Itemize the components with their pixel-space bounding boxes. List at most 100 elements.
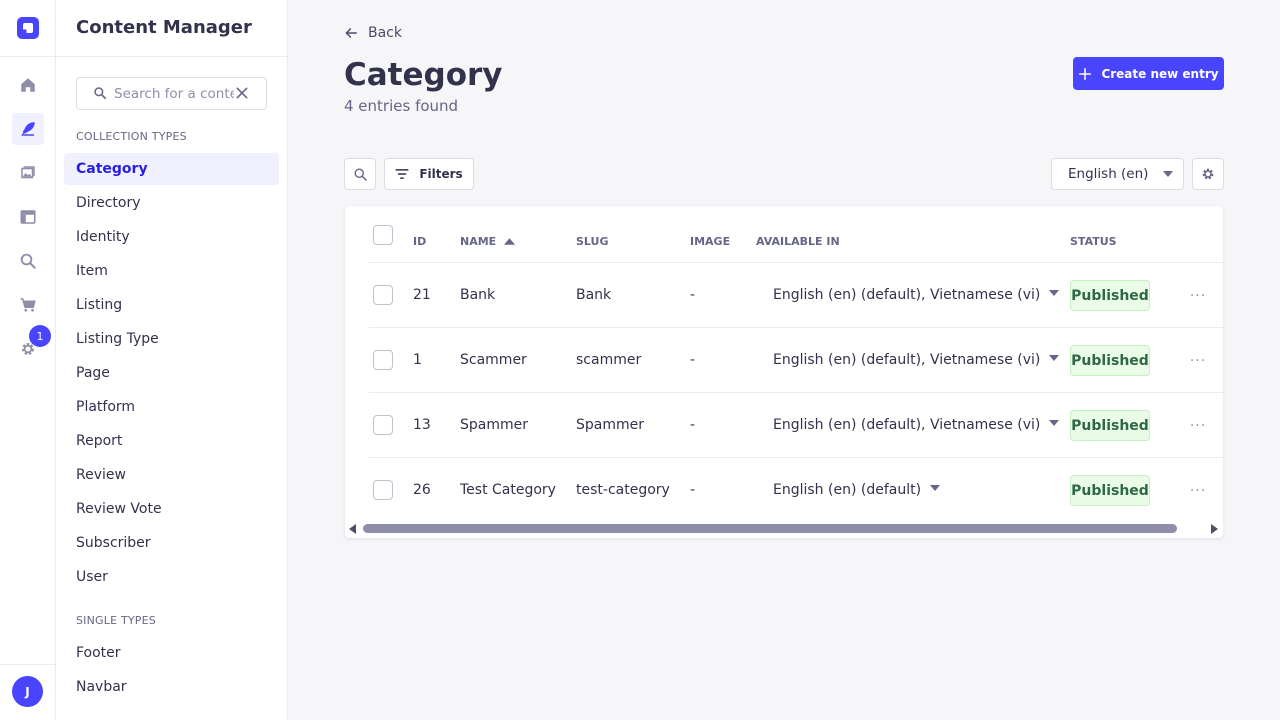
select-all-checkbox[interactable] — [373, 225, 393, 245]
chevron-down-icon — [1049, 420, 1060, 426]
row-divider — [369, 457, 1223, 458]
scroll-right-icon[interactable] — [1211, 524, 1218, 534]
content-manager-subnav: Content Manager COLLECTION TYPES Categor… — [56, 0, 288, 720]
filter-icon — [395, 169, 409, 179]
cell-slug: test-category — [576, 482, 670, 498]
content-type-search — [76, 77, 267, 110]
back-link[interactable]: Back — [344, 25, 402, 41]
row-checkbox[interactable] — [373, 415, 393, 435]
locale-select[interactable]: English (en) — [1051, 158, 1184, 190]
layout-icon[interactable] — [12, 201, 44, 233]
subnav-item-item[interactable]: Item — [64, 255, 279, 287]
row-checkbox[interactable] — [373, 350, 393, 370]
subnav-item-navbar[interactable]: Navbar — [64, 671, 279, 703]
main-nav-rail: 1 J — [0, 0, 56, 720]
filters-button[interactable]: Filters — [384, 158, 474, 190]
media-library-icon[interactable] — [12, 157, 44, 189]
subnav-item-review-vote[interactable]: Review Vote — [64, 493, 279, 525]
subnav-item-listing[interactable]: Listing — [64, 289, 279, 321]
subnav-item-subscriber[interactable]: Subscriber — [64, 527, 279, 559]
status-badge: Published — [1070, 475, 1150, 506]
subnav-item-directory[interactable]: Directory — [64, 187, 279, 219]
column-header-name[interactable]: NAME — [460, 235, 516, 248]
close-icon[interactable] — [234, 85, 250, 101]
cell-id: 13 — [413, 417, 431, 433]
more-actions-icon[interactable]: ··· — [1188, 416, 1208, 436]
column-header-name-label: NAME — [460, 235, 497, 248]
row-checkbox[interactable] — [373, 480, 393, 500]
subnav-item-review[interactable]: Review — [64, 459, 279, 491]
subnav-item-page[interactable]: Page — [64, 357, 279, 389]
cell-available-in[interactable]: English (en) (default), Vietnamese (vi) — [773, 417, 1060, 433]
search-icon — [94, 87, 107, 100]
home-icon[interactable] — [12, 69, 44, 101]
sort-ascending-icon — [504, 238, 516, 245]
cell-image: - — [690, 287, 696, 303]
cell-name: Scammer — [460, 352, 527, 368]
cell-available-in[interactable]: English (en) (default) — [773, 482, 941, 498]
column-header-available-in: AVAILABLE IN — [756, 235, 840, 248]
chevron-down-icon — [930, 485, 941, 491]
content-type-search-input[interactable] — [114, 84, 234, 104]
scroll-left-icon[interactable] — [349, 524, 356, 534]
cell-id: 1 — [413, 352, 422, 368]
subnav-item-user[interactable]: User — [64, 561, 279, 593]
user-avatar[interactable]: J — [12, 676, 43, 707]
column-header-id[interactable]: ID — [413, 235, 426, 248]
cell-name: Test Category — [460, 482, 556, 498]
plus-icon — [1079, 67, 1092, 80]
subnav-item-listing-type[interactable]: Listing Type — [64, 323, 279, 355]
page-title: Category — [344, 57, 503, 93]
search-icon — [354, 168, 367, 181]
column-header-status: STATUS — [1070, 235, 1117, 248]
content-manager-icon[interactable] — [12, 113, 44, 145]
subnav-item-category[interactable]: Category — [64, 153, 279, 185]
row-divider — [369, 327, 1223, 328]
cell-id: 26 — [413, 482, 431, 498]
entries-count: 4 entries found — [344, 97, 459, 115]
subnav-item-footer[interactable]: Footer — [64, 637, 279, 669]
cart-icon[interactable] — [12, 289, 44, 321]
arrow-left-icon — [345, 28, 357, 38]
chevron-down-icon — [1049, 290, 1060, 296]
row-checkbox[interactable] — [373, 285, 393, 305]
scrollbar-thumb[interactable] — [363, 524, 1177, 533]
view-settings-button[interactable] — [1192, 158, 1224, 190]
status-badge: Published — [1070, 345, 1150, 376]
locale-value: English (en) — [1068, 166, 1149, 182]
rail-divider — [0, 664, 56, 665]
search-button[interactable] — [344, 158, 376, 190]
logo-icon[interactable] — [17, 17, 39, 39]
more-actions-icon[interactable]: ··· — [1188, 286, 1208, 306]
cell-name: Bank — [460, 287, 496, 303]
row-divider — [369, 392, 1223, 393]
subnav-item-report[interactable]: Report — [64, 425, 279, 457]
subnav-item-identity[interactable]: Identity — [64, 221, 279, 253]
search-icon[interactable] — [12, 245, 44, 277]
more-actions-icon[interactable]: ··· — [1188, 481, 1208, 501]
chevron-down-icon — [1163, 171, 1173, 177]
more-actions-icon[interactable]: ··· — [1188, 351, 1208, 371]
status-badge: Published — [1070, 410, 1150, 441]
cell-image: - — [690, 352, 696, 368]
subnav-divider — [56, 56, 287, 57]
back-label: Back — [368, 25, 402, 41]
cell-image: - — [690, 417, 696, 433]
entries-table: ID NAME SLUG IMAGE AVAILABLE IN STATUS 2… — [345, 206, 1223, 538]
column-header-slug[interactable]: SLUG — [576, 235, 609, 248]
available-locales: English (en) (default), Vietnamese (vi) — [773, 352, 1041, 368]
cell-available-in[interactable]: English (en) (default), Vietnamese (vi) — [773, 352, 1060, 368]
column-header-image: IMAGE — [690, 235, 731, 248]
create-new-entry-button[interactable]: Create new entry — [1073, 57, 1224, 90]
status-badge: Published — [1070, 280, 1150, 311]
cell-id: 21 — [413, 287, 431, 303]
available-locales: English (en) (default), Vietnamese (vi) — [773, 417, 1041, 433]
gear-icon — [1202, 168, 1214, 180]
chevron-down-icon — [1049, 355, 1060, 361]
cell-available-in[interactable]: English (en) (default), Vietnamese (vi) — [773, 287, 1060, 303]
subnav-title: Content Manager — [76, 17, 252, 38]
subnav-item-platform[interactable]: Platform — [64, 391, 279, 423]
collection-types-heading: COLLECTION TYPES — [76, 130, 187, 143]
filters-label: Filters — [419, 167, 463, 181]
rail-divider — [0, 56, 56, 57]
